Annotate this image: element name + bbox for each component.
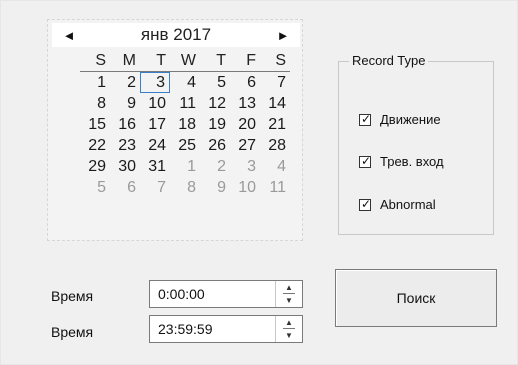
- checkbox-label: Движение: [380, 112, 441, 127]
- calendar-day[interactable]: 5: [200, 72, 230, 93]
- checkbox-box[interactable]: ✓: [359, 111, 372, 126]
- check-mark-icon: ✓: [360, 196, 372, 211]
- weekday-label: S: [95, 51, 106, 69]
- spin-down-icon[interactable]: ▼: [276, 294, 302, 307]
- weekday-label: W: [180, 51, 196, 69]
- prev-month-icon[interactable]: ◄: [56, 23, 82, 47]
- calendar-week: 22 23 24 25 26 27 28: [80, 135, 290, 156]
- end-time-field[interactable]: 23:59:59 ▲ ▼: [149, 315, 303, 343]
- calendar-day[interactable]: 31: [140, 156, 170, 177]
- calendar-day-next-month[interactable]: 8: [170, 177, 200, 198]
- check-mark-icon: ✓: [360, 153, 372, 168]
- calendar-day[interactable]: 1: [80, 72, 110, 93]
- calendar-day-next-month[interactable]: 7: [140, 177, 170, 198]
- calendar-week: 15 16 17 18 19 20 21: [80, 114, 290, 135]
- calendar-day-next-month[interactable]: 2: [200, 156, 230, 177]
- calendar-header: ◄ янв 2017 ►: [52, 23, 300, 47]
- calendar-day[interactable]: 12: [200, 93, 230, 114]
- calendar-day[interactable]: 6: [230, 72, 260, 93]
- start-time-label: Время: [51, 288, 94, 304]
- record-type-group: Record Type ✓ Движение ✓ Трев. вход ✓ Ab…: [338, 53, 494, 235]
- calendar-day[interactable]: 24: [140, 135, 170, 156]
- calendar-day[interactable]: 20: [230, 114, 260, 135]
- checkbox-label: Трев. вход: [380, 154, 444, 169]
- calendar-day[interactable]: 23: [110, 135, 140, 156]
- weekday-label: S: [275, 51, 286, 69]
- checkbox-box[interactable]: ✓: [359, 196, 372, 211]
- spin-down-icon[interactable]: ▼: [276, 329, 302, 342]
- calendar-day[interactable]: 30: [110, 156, 140, 177]
- calendar-day[interactable]: 4: [170, 72, 200, 93]
- weekday-label: T: [216, 51, 226, 69]
- check-mark-icon: ✓: [360, 111, 372, 126]
- checkbox-alarm-input[interactable]: ✓ Трев. вход: [359, 154, 444, 169]
- next-month-icon[interactable]: ►: [270, 23, 296, 47]
- weekday-label: F: [246, 51, 256, 69]
- weekday-header-row: S M T W T F S: [80, 50, 290, 72]
- end-time-spinner[interactable]: ▲ ▼: [275, 316, 302, 342]
- calendar-week: 29 30 31 1 2 3 4: [80, 156, 290, 177]
- weekday-label: M: [122, 51, 136, 69]
- calendar-day-next-month[interactable]: 11: [260, 177, 290, 198]
- calendar-day[interactable]: 11: [170, 93, 200, 114]
- calendar-day-next-month[interactable]: 5: [80, 177, 110, 198]
- search-button[interactable]: Поиск: [335, 269, 497, 327]
- calendar-day[interactable]: 17: [140, 114, 170, 135]
- calendar-day[interactable]: 21: [260, 114, 290, 135]
- end-time-label: Время: [51, 324, 94, 340]
- calendar-day[interactable]: 2: [110, 72, 140, 93]
- calendar-day[interactable]: 9: [110, 93, 140, 114]
- end-time-value[interactable]: 23:59:59: [158, 321, 213, 337]
- start-time-spinner[interactable]: ▲ ▼: [275, 281, 302, 307]
- calendar-week: 8 9 10 11 12 13 14: [80, 93, 290, 114]
- calendar-day[interactable]: 26: [200, 135, 230, 156]
- month-label[interactable]: янв 2017: [92, 25, 260, 45]
- calendar-day-selected[interactable]: 3: [140, 72, 170, 93]
- record-type-title: Record Type: [349, 53, 429, 69]
- start-time-value[interactable]: 0:00:00: [158, 286, 205, 302]
- calendar-day[interactable]: 14: [260, 93, 290, 114]
- calendar-day-next-month[interactable]: 10: [230, 177, 260, 198]
- calendar-day[interactable]: 8: [80, 93, 110, 114]
- checkbox-label: Abnormal: [380, 197, 436, 212]
- calendar-day-next-month[interactable]: 3: [230, 156, 260, 177]
- weekday-label: T: [156, 51, 166, 69]
- calendar-grid: S M T W T F S 1 2 3 4 5 6 7 8 9 10 11 12…: [80, 50, 290, 198]
- checkbox-box[interactable]: ✓: [359, 153, 372, 168]
- checkbox-motion[interactable]: ✓ Движение: [359, 112, 441, 127]
- calendar-day[interactable]: 19: [200, 114, 230, 135]
- calendar-day[interactable]: 13: [230, 93, 260, 114]
- calendar-day[interactable]: 16: [110, 114, 140, 135]
- search-panel: ◄ янв 2017 ► S M T W T F S 1 2 3 4 5 6 7: [0, 0, 518, 365]
- calendar-week: 1 2 3 4 5 6 7: [80, 72, 290, 93]
- calendar-day-next-month[interactable]: 4: [260, 156, 290, 177]
- calendar-day[interactable]: 10: [140, 93, 170, 114]
- calendar-day[interactable]: 22: [80, 135, 110, 156]
- calendar-day-next-month[interactable]: 1: [170, 156, 200, 177]
- month-calendar[interactable]: ◄ янв 2017 ► S M T W T F S 1 2 3 4 5 6 7: [47, 19, 303, 241]
- checkbox-abnormal[interactable]: ✓ Abnormal: [359, 197, 436, 212]
- calendar-day[interactable]: 7: [260, 72, 290, 93]
- calendar-day[interactable]: 27: [230, 135, 260, 156]
- calendar-day[interactable]: 18: [170, 114, 200, 135]
- calendar-day[interactable]: 28: [260, 135, 290, 156]
- calendar-day[interactable]: 25: [170, 135, 200, 156]
- calendar-day[interactable]: 29: [80, 156, 110, 177]
- calendar-day-next-month[interactable]: 6: [110, 177, 140, 198]
- calendar-day-next-month[interactable]: 9: [200, 177, 230, 198]
- start-time-field[interactable]: 0:00:00 ▲ ▼: [149, 280, 303, 308]
- calendar-week: 5 6 7 8 9 10 11: [80, 177, 290, 198]
- calendar-day[interactable]: 15: [80, 114, 110, 135]
